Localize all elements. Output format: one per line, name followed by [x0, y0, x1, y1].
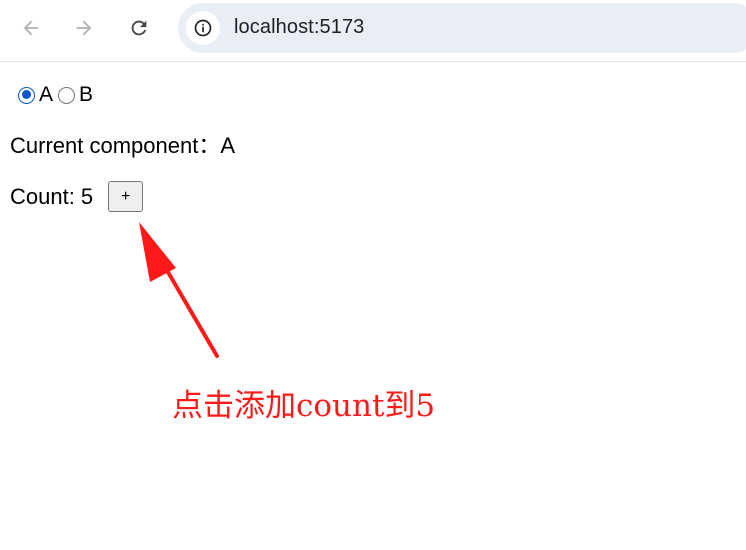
- count-text: Count: 5: [10, 183, 94, 209]
- radio-a-label[interactable]: A: [39, 82, 53, 108]
- forward-button[interactable]: [66, 10, 102, 46]
- page-content: A B Current component：A Count: 5 +: [0, 62, 746, 550]
- back-button[interactable]: [13, 10, 49, 46]
- count-row: Count: 5 +: [10, 181, 144, 212]
- radio-b[interactable]: [58, 86, 76, 104]
- arrow-back-icon: [23, 20, 39, 36]
- reload-icon: [131, 20, 147, 36]
- browser-toolbar: localhost:5173: [0, 0, 746, 62]
- reload-button[interactable]: [121, 10, 157, 46]
- component-radio-group: A B: [18, 82, 98, 108]
- radio-b-label[interactable]: B: [79, 82, 93, 108]
- increment-button[interactable]: +: [108, 181, 144, 212]
- address-bar[interactable]: localhost:5173: [178, 3, 746, 53]
- arrow-forward-icon: [76, 20, 92, 36]
- radio-a[interactable]: [18, 86, 35, 104]
- current-component-text: Current component：A: [10, 133, 235, 158]
- site-info-button[interactable]: [186, 11, 220, 45]
- annotation-text: 点击添加count到5: [172, 388, 436, 424]
- info-icon: [194, 19, 212, 37]
- url-text: localhost:5173: [234, 16, 365, 38]
